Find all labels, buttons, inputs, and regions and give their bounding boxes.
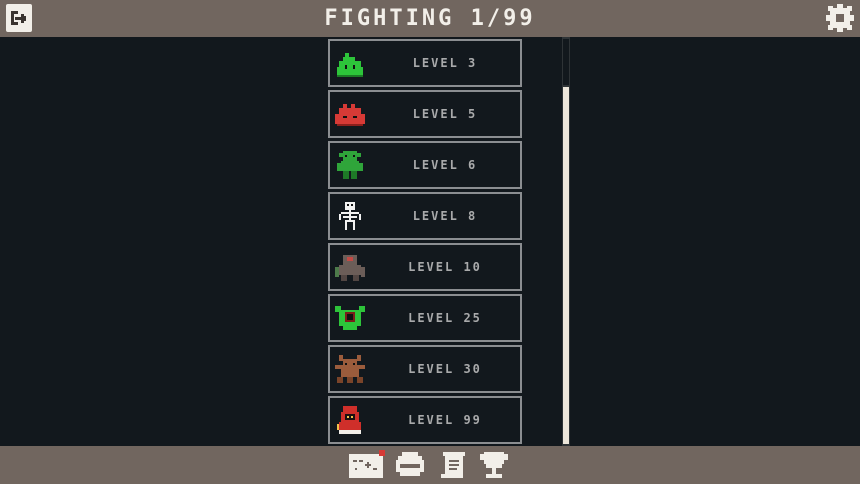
level-label: LEVEL 3 (412, 56, 478, 70)
level-row[interactable]: LEVEL 6 (328, 141, 522, 189)
level-label: LEVEL 30 (408, 362, 482, 376)
level-row[interactable]: LEVEL 5 (328, 90, 522, 138)
golem-icon (335, 255, 365, 281)
level-row[interactable]: LEVEL 8 (328, 192, 522, 240)
main-area: LEVEL 3 LEVEL 5 LEVEL 6 LEVEL 8 LEVEL 10… (0, 37, 860, 446)
scrollbar-gap (563, 39, 569, 85)
helmet-icon (396, 452, 424, 476)
map-button[interactable] (349, 450, 385, 480)
page-title: FIGHTING 1/99 (324, 6, 536, 31)
skeleton-icon (339, 202, 361, 230)
trophy-icon (480, 452, 508, 478)
level-row[interactable]: LEVEL 99 (328, 396, 522, 444)
exit-icon (11, 11, 26, 25)
level-label: LEVEL 10 (408, 260, 482, 274)
level-label: LEVEL 25 (408, 311, 482, 325)
green-slime-icon (337, 53, 363, 77)
level-row[interactable]: LEVEL 25 (328, 294, 522, 342)
goblin-icon (337, 151, 363, 179)
level-label: LEVEL 6 (412, 158, 478, 172)
red-slime-icon (335, 104, 365, 126)
trophies-button[interactable] (478, 450, 512, 480)
equipment-button[interactable] (394, 450, 428, 480)
red-mage-icon (337, 406, 361, 434)
settings-button[interactable] (824, 2, 856, 34)
quests-button[interactable] (437, 450, 471, 480)
level-label: LEVEL 5 (412, 107, 478, 121)
level-row[interactable]: LEVEL 10 (328, 243, 522, 291)
gear-icon (826, 4, 854, 32)
top-bar: FIGHTING 1/99 (0, 0, 860, 37)
eyeball-plant-icon (335, 306, 365, 330)
bottom-nav (0, 446, 860, 484)
scrollbar-thumb[interactable] (563, 87, 569, 444)
level-label: LEVEL 8 (412, 209, 478, 223)
scrollbar[interactable] (562, 37, 570, 446)
map-icon (349, 450, 385, 478)
level-label: LEVEL 99 (408, 413, 482, 427)
level-row[interactable]: LEVEL 3 (328, 39, 522, 87)
exit-button[interactable] (6, 4, 32, 32)
treant-icon (335, 355, 365, 383)
level-list[interactable]: LEVEL 3 LEVEL 5 LEVEL 6 LEVEL 8 LEVEL 10… (328, 39, 522, 447)
level-row[interactable]: LEVEL 30 (328, 345, 522, 393)
scroll-icon (441, 452, 465, 478)
